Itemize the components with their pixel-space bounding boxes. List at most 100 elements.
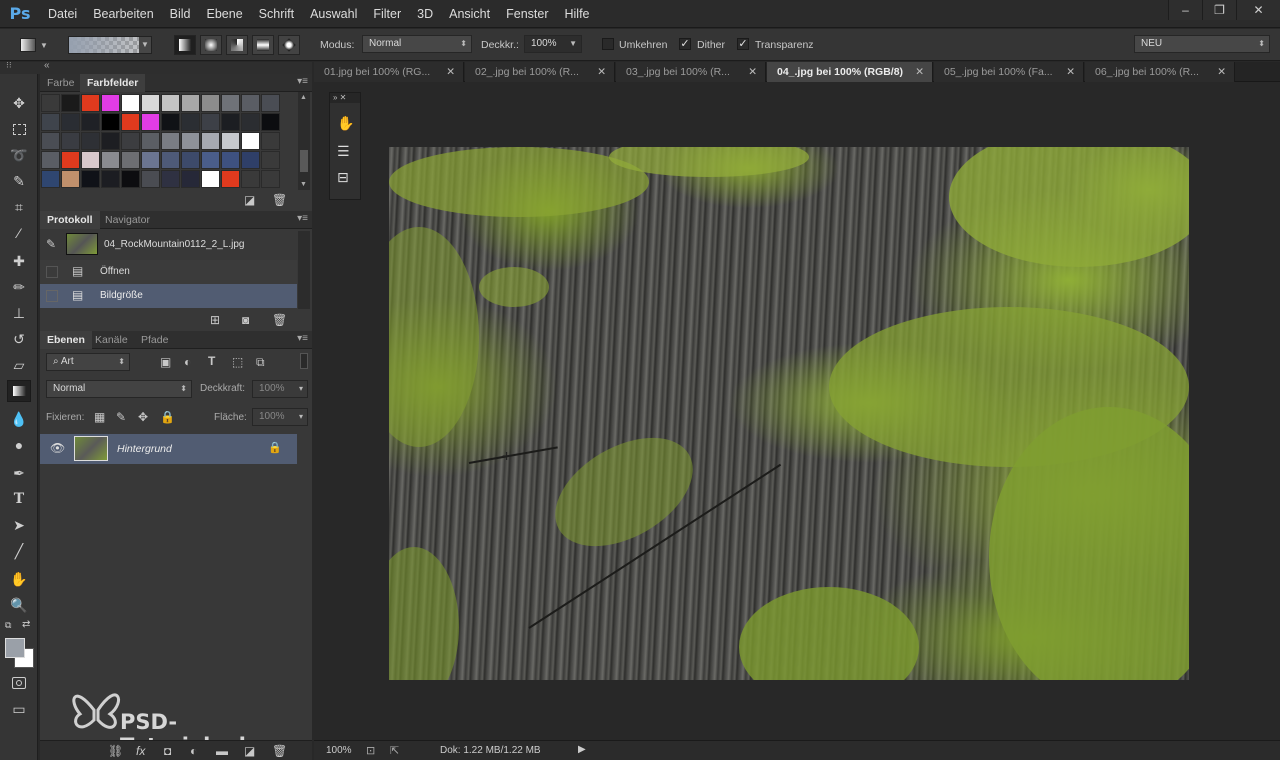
color-swatch[interactable] bbox=[261, 151, 280, 169]
color-swatch[interactable] bbox=[61, 94, 80, 112]
menu-filter[interactable]: Filter bbox=[365, 0, 409, 28]
adjustment-layer-icon[interactable]: ◐ bbox=[190, 744, 197, 758]
close-icon[interactable]: ✕ bbox=[1066, 62, 1075, 82]
move-tool-icon[interactable]: ✥ bbox=[7, 92, 31, 114]
history-brush-tool-icon[interactable]: ↺ bbox=[7, 328, 31, 350]
menu-ebene[interactable]: Ebene bbox=[199, 0, 251, 28]
trash-icon[interactable]: 🗑 bbox=[272, 193, 287, 207]
document-tab[interactable]: 02_.jpg bei 100% (R... ✕ bbox=[465, 62, 615, 82]
history-item[interactable]: ▤ Öffnen bbox=[40, 260, 297, 284]
color-swatch[interactable] bbox=[161, 132, 180, 150]
pen-tool-icon[interactable]: ✒ bbox=[7, 462, 31, 484]
color-swatch[interactable] bbox=[261, 132, 280, 150]
modus-dropdown[interactable]: Normal ⬍ bbox=[362, 35, 472, 53]
tab-farbfelder[interactable]: Farbfelder bbox=[80, 74, 146, 92]
crop-tool-icon[interactable]: ⌗ bbox=[7, 196, 31, 218]
menu-datei[interactable]: Datei bbox=[40, 0, 85, 28]
path-selection-tool-icon[interactable]: ➤ bbox=[7, 514, 31, 536]
panel-menu-icon[interactable]: ▾≡ bbox=[297, 333, 308, 344]
color-swatch[interactable] bbox=[241, 151, 260, 169]
trash-icon[interactable]: 🗑 bbox=[272, 744, 287, 758]
color-swatch[interactable] bbox=[161, 151, 180, 169]
document-tab[interactable]: 01.jpg bei 100% (RG... ✕ bbox=[314, 62, 464, 82]
color-swatch[interactable] bbox=[241, 113, 260, 131]
color-swatch[interactable] bbox=[121, 151, 140, 169]
color-swatch[interactable] bbox=[41, 132, 60, 150]
color-swatch[interactable] bbox=[181, 113, 200, 131]
foreground-color-swatch[interactable] bbox=[5, 638, 25, 658]
color-swatch[interactable] bbox=[101, 151, 120, 169]
swatches-scrollbar[interactable]: ▲ ▼ bbox=[298, 92, 310, 190]
line-tool-icon[interactable]: ╱ bbox=[7, 540, 31, 562]
color-swatch[interactable] bbox=[41, 170, 60, 188]
color-swatch[interactable] bbox=[61, 170, 80, 188]
link-layers-icon[interactable]: ⛓ bbox=[108, 744, 123, 758]
color-swatch[interactable] bbox=[81, 132, 100, 150]
hand-tool-icon[interactable]: ✋ bbox=[7, 568, 31, 590]
menu-bearbeiten[interactable]: Bearbeiten bbox=[85, 0, 161, 28]
close-icon[interactable]: ✕ bbox=[1217, 62, 1226, 82]
document-tab-active[interactable]: 04_.jpg bei 100% (RGB/8) ✕ bbox=[767, 62, 933, 82]
trash-icon[interactable]: 🗑 bbox=[272, 313, 287, 327]
angle-gradient-button[interactable] bbox=[226, 35, 248, 55]
adjustments-icon[interactable]: ☰ bbox=[337, 143, 350, 160]
shape-filter-icon[interactable]: ⬚ bbox=[232, 355, 243, 369]
color-swatch[interactable] bbox=[141, 170, 160, 188]
radial-gradient-button[interactable] bbox=[200, 35, 222, 55]
menu-schrift[interactable]: Schrift bbox=[251, 0, 302, 28]
document-tab[interactable]: 03_.jpg bei 100% (R... ✕ bbox=[616, 62, 766, 82]
color-swatch[interactable] bbox=[81, 170, 100, 188]
menu-hilfe[interactable]: Hilfe bbox=[557, 0, 598, 28]
marquee-tool-icon[interactable] bbox=[7, 118, 31, 140]
document-tab[interactable]: 06_.jpg bei 100% (R... ✕ bbox=[1085, 62, 1235, 82]
history-snapshot[interactable]: ✎ 04_RockMountain0112_2_L.jpg bbox=[40, 231, 297, 259]
swap-colors-icon[interactable]: ⇄ bbox=[22, 619, 30, 630]
tab-farbe[interactable]: Farbe bbox=[40, 74, 81, 92]
history-source-box[interactable] bbox=[46, 290, 58, 302]
brush-presets-icon[interactable]: ✋ bbox=[337, 115, 354, 132]
panel-menu-icon[interactable]: ▾≡ bbox=[297, 76, 308, 87]
close-icon[interactable]: ✕ bbox=[915, 62, 924, 82]
brush-tool-icon[interactable]: ✏ bbox=[7, 276, 31, 298]
gradient-picker[interactable]: ▼ bbox=[68, 36, 152, 54]
umkehren-checkbox[interactable] bbox=[602, 38, 614, 50]
eyedropper-tool-icon[interactable]: ⁄ bbox=[7, 222, 31, 244]
color-swatch[interactable] bbox=[101, 113, 120, 131]
color-swatch[interactable] bbox=[141, 113, 160, 131]
color-swatch[interactable] bbox=[221, 113, 240, 131]
eraser-tool-icon[interactable]: ▱ bbox=[7, 354, 31, 376]
fill-field[interactable]: 100% ▾ bbox=[252, 408, 308, 426]
color-swatch[interactable] bbox=[181, 151, 200, 169]
layer-row[interactable]: 👁 Hintergrund 🔒 bbox=[40, 434, 297, 464]
color-swatch[interactable] bbox=[161, 94, 180, 112]
color-swatch[interactable] bbox=[141, 94, 160, 112]
color-swatch[interactable] bbox=[61, 151, 80, 169]
tab-ebenen[interactable]: Ebenen bbox=[40, 331, 92, 349]
pixel-filter-icon[interactable]: ▣ bbox=[160, 355, 171, 369]
color-swatch[interactable] bbox=[81, 151, 100, 169]
new-document-from-state-icon[interactable]: ⊞ bbox=[210, 313, 220, 327]
color-swatch[interactable] bbox=[101, 94, 120, 112]
color-swatch[interactable] bbox=[201, 151, 220, 169]
color-swatch[interactable] bbox=[41, 94, 60, 112]
gradient-tool-icon[interactable] bbox=[7, 380, 31, 402]
color-swatch[interactable] bbox=[141, 132, 160, 150]
lock-transparent-icon[interactable]: ▦ bbox=[94, 410, 105, 424]
type-tool-icon[interactable]: T bbox=[7, 488, 31, 510]
color-swatch[interactable] bbox=[201, 170, 220, 188]
document-image[interactable]: ✛ bbox=[389, 147, 1189, 680]
color-swatch[interactable] bbox=[61, 132, 80, 150]
color-swatch[interactable] bbox=[101, 132, 120, 150]
screen-mode-icon[interactable]: ▭ bbox=[7, 698, 31, 720]
blend-mode-dropdown[interactable]: Normal ⬍ bbox=[46, 380, 192, 398]
color-swatch[interactable] bbox=[121, 170, 140, 188]
default-colors-icon[interactable]: ⧉ bbox=[5, 620, 11, 631]
tab-protokoll[interactable]: Protokoll bbox=[40, 211, 100, 229]
new-swatch-icon[interactable]: ◪ bbox=[244, 193, 255, 207]
color-swatch[interactable] bbox=[261, 94, 280, 112]
color-swatch[interactable] bbox=[61, 113, 80, 131]
close-icon[interactable]: ✕ bbox=[446, 62, 455, 82]
color-swatch[interactable] bbox=[161, 113, 180, 131]
tool-preset-picker[interactable]: ▼ bbox=[20, 35, 60, 55]
new-layer-icon[interactable]: ◪ bbox=[244, 744, 255, 758]
